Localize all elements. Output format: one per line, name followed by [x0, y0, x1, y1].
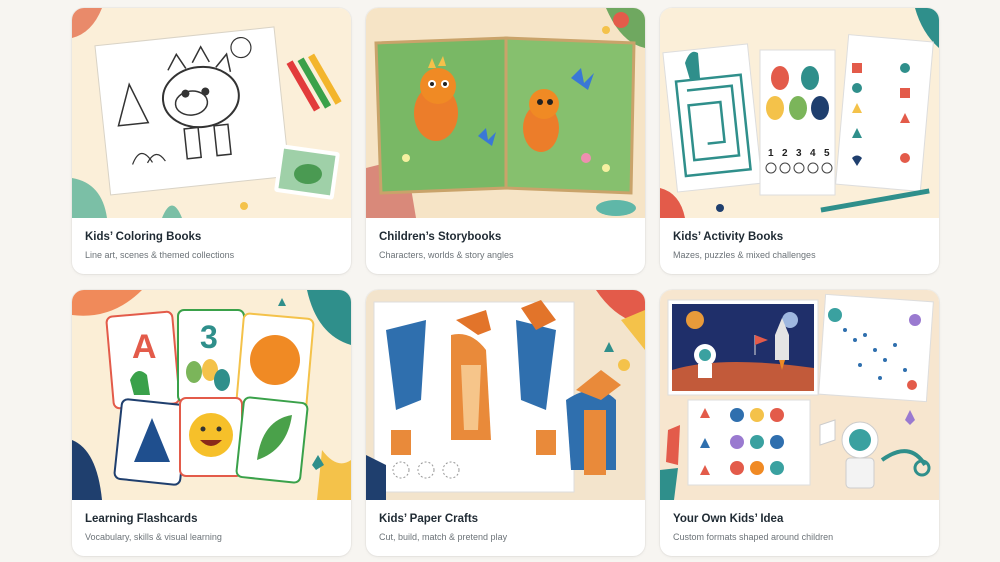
card-subtitle: Line art, scenes & themed collections	[85, 250, 235, 260]
card-subtitle: Vocabulary, skills & visual learning	[85, 532, 222, 542]
flashcard-number: 3	[200, 319, 218, 355]
activity-number: 1	[768, 148, 774, 159]
activity-number: 2	[782, 148, 788, 159]
card-info: Kids’ Coloring Books Line art, scenes & …	[72, 218, 351, 261]
card-learning-flashcards[interactable]: A 3 Learning Flashcards Vocabulary, skil…	[72, 290, 351, 556]
card-title: Your Own Kids’ Idea	[673, 513, 784, 525]
coloring-book-illustration	[72, 8, 351, 218]
activity-number: 3	[796, 148, 802, 159]
card-subtitle: Cut, build, match & pretend play	[379, 532, 508, 542]
card-info: Children’s Storybooks Characters, worlds…	[366, 218, 645, 261]
card-your-own-idea[interactable]: Your Own Kids’ Idea Custom formats shape…	[660, 290, 939, 556]
card-subtitle: Mazes, puzzles & mixed challenges	[673, 250, 816, 260]
card-title: Learning Flashcards	[85, 513, 198, 525]
card-title: Children’s Storybooks	[379, 231, 502, 243]
card-title: Kids’ Activity Books	[673, 231, 784, 243]
card-coloring-books[interactable]: Kids’ Coloring Books Line art, scenes & …	[72, 8, 351, 274]
card-title: Kids’ Coloring Books	[85, 231, 202, 243]
card-activity-books[interactable]: 1 2 3 4 5 Kids’ Activity Books Mazes, pu…	[660, 8, 939, 274]
card-title: Kids’ Paper Crafts	[379, 513, 479, 525]
card-info: Learning Flashcards Vocabulary, skills &…	[72, 500, 351, 543]
card-storybooks[interactable]: Children’s Storybooks Characters, worlds…	[366, 8, 645, 274]
flashcard-letter: A	[132, 328, 157, 366]
custom-idea-illustration	[660, 290, 939, 500]
storybook-illustration	[366, 8, 645, 218]
activity-book-illustration: 1 2 3 4 5	[660, 8, 939, 218]
card-paper-crafts[interactable]: Kids’ Paper Crafts Cut, build, match & p…	[366, 290, 645, 556]
flashcards-illustration: A 3	[72, 290, 351, 500]
activity-number: 4	[810, 148, 816, 159]
card-subtitle: Custom formats shaped around children	[673, 532, 834, 542]
card-subtitle: Characters, worlds & story angles	[379, 250, 514, 260]
category-grid: Kids’ Coloring Books Line art, scenes & …	[72, 8, 939, 556]
card-info: Kids’ Paper Crafts Cut, build, match & p…	[366, 500, 645, 543]
card-info: Your Own Kids’ Idea Custom formats shape…	[660, 500, 939, 543]
card-info: Kids’ Activity Books Mazes, puzzles & mi…	[660, 218, 939, 261]
activity-number: 5	[824, 148, 830, 159]
paper-craft-illustration	[366, 290, 645, 500]
